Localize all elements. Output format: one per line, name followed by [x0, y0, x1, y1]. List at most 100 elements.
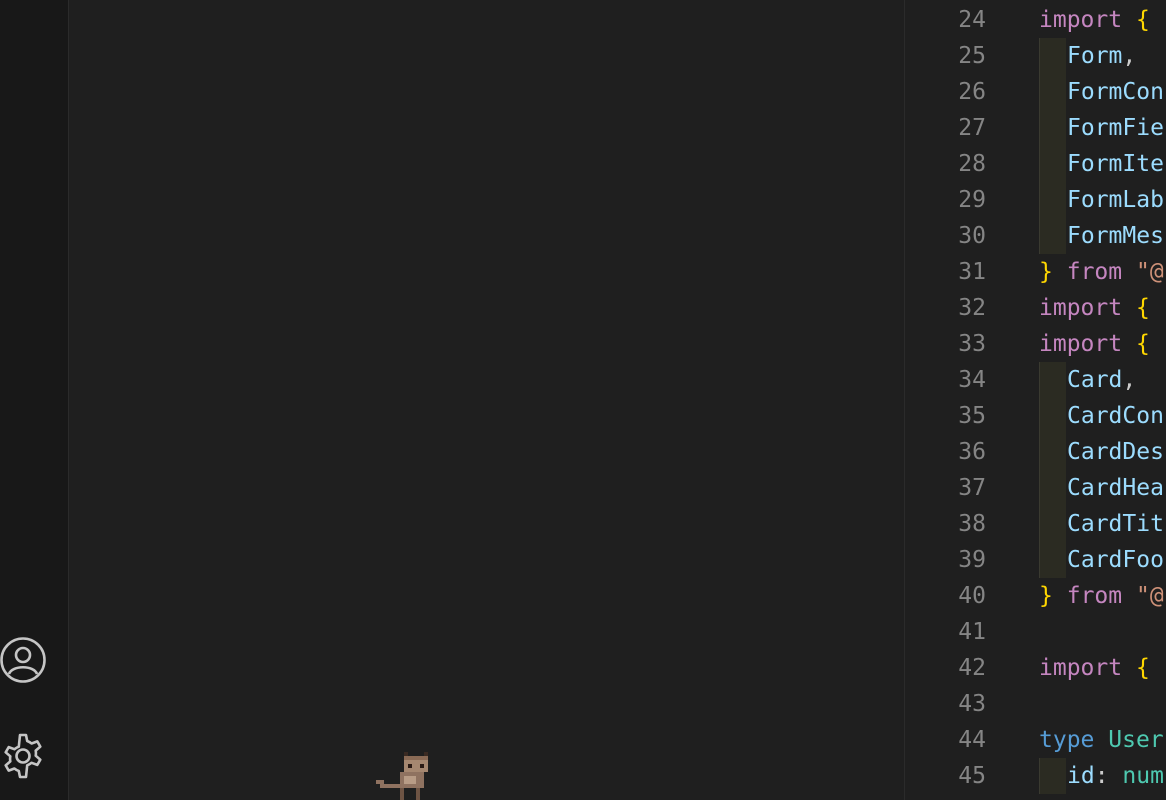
code-token: CardDes: [1067, 439, 1164, 465]
line-number: 35: [958, 403, 986, 429]
code-text: import {: [1039, 2, 1150, 38]
activity-bar: [0, 0, 69, 800]
account-icon[interactable]: [0, 637, 46, 683]
line-number: 28: [958, 151, 986, 177]
line-number: 29: [958, 187, 986, 213]
side-panel: [69, 0, 905, 800]
code-text: CardHea: [1067, 470, 1164, 506]
code-line[interactable]: 32 import {: [905, 290, 1166, 326]
code-text: type User: [1039, 722, 1164, 758]
line-number: 38: [958, 511, 986, 537]
line-number: 30: [958, 223, 986, 249]
code-text: Card,: [1067, 362, 1136, 398]
code-line[interactable]: 28 FormIte: [905, 146, 1166, 182]
code-line[interactable]: 26 FormCon: [905, 74, 1166, 110]
indent-guide: [1039, 110, 1066, 146]
code-editor[interactable]: 24 import {25 Form, 26 FormCon 27 FormFie 28 For…: [905, 0, 1166, 800]
code-token: }: [1039, 259, 1053, 285]
indent-guide: [1039, 38, 1066, 74]
line-number: 37: [958, 475, 986, 501]
code-line[interactable]: 39 CardFoo: [905, 542, 1166, 578]
code-line[interactable]: 35 CardCon: [905, 398, 1166, 434]
code-text: Form,: [1067, 38, 1136, 74]
code-text: } from "@: [1039, 254, 1164, 290]
settings-gear-icon[interactable]: [0, 733, 46, 779]
code-line[interactable]: 24 import {: [905, 2, 1166, 38]
line-number: 32: [958, 295, 986, 321]
code-text: CardFoo: [1067, 542, 1164, 578]
code-token: :: [1094, 763, 1109, 789]
code-line[interactable]: 38 CardTit: [905, 506, 1166, 542]
line-number: 44: [958, 727, 986, 753]
code-line[interactable]: 25 Form,: [905, 38, 1166, 74]
code-text: FormMes: [1067, 218, 1164, 254]
code-line[interactable]: 37 CardHea: [905, 470, 1166, 506]
pixel-cat-pet-icon[interactable]: [376, 752, 432, 800]
code-token: {: [1135, 655, 1150, 681]
code-text: FormCon: [1067, 74, 1164, 110]
line-number: 25: [958, 43, 986, 69]
code-line[interactable]: 27 FormFie: [905, 110, 1166, 146]
indent-guide: [1039, 758, 1066, 794]
line-number: 33: [958, 331, 986, 357]
code-line[interactable]: 36 CardDes: [905, 434, 1166, 470]
indent-guide: [1039, 506, 1066, 542]
code-token: import: [1039, 7, 1123, 33]
indent-guide: [1039, 362, 1066, 398]
code-token: FormCon: [1067, 79, 1164, 105]
code-token: from: [1066, 259, 1123, 285]
code-token: {: [1135, 295, 1150, 321]
code-text: CardCon: [1067, 398, 1164, 434]
code-line[interactable]: 30 FormMes: [905, 218, 1166, 254]
code-line[interactable]: 45 id: num: [905, 758, 1166, 794]
code-line[interactable]: 44 type User: [905, 722, 1166, 758]
code-text: import {: [1039, 326, 1150, 362]
indent-guide: [1039, 398, 1066, 434]
line-number: 24: [958, 7, 986, 33]
indent-guide: [1039, 218, 1066, 254]
indent-guide: [1039, 74, 1066, 110]
code-token: }: [1039, 583, 1053, 609]
code-token: import: [1039, 331, 1123, 357]
indent-guide: [1039, 542, 1066, 578]
code-token: import: [1039, 655, 1123, 681]
code-line[interactable]: 31} from "@: [905, 254, 1166, 290]
code-line[interactable]: 33 import {: [905, 326, 1166, 362]
code-line[interactable]: 42 import {: [905, 650, 1166, 686]
code-token: CardFoo: [1067, 547, 1164, 573]
code-token: FormFie: [1067, 115, 1164, 141]
code-line[interactable]: 43: [905, 686, 1166, 722]
code-token: type: [1039, 727, 1095, 753]
code-line[interactable]: 34 Card,: [905, 362, 1166, 398]
code-text: FormLab: [1067, 182, 1164, 218]
code-token: FormLab: [1067, 187, 1164, 213]
code-line[interactable]: 29 FormLab: [905, 182, 1166, 218]
code-token: import: [1039, 295, 1123, 321]
code-text: id: num: [1067, 758, 1164, 794]
code-token: id: [1067, 763, 1095, 789]
indent-guide: [1039, 470, 1066, 506]
code-token: FormIte: [1067, 151, 1164, 177]
code-token: CardCon: [1067, 403, 1164, 429]
code-token: User: [1108, 727, 1164, 753]
code-token: CardTit: [1067, 511, 1164, 537]
line-number: 27: [958, 115, 986, 141]
code-line[interactable]: 40} from "@: [905, 578, 1166, 614]
code-token: "@: [1135, 259, 1164, 285]
line-number: 31: [958, 259, 986, 285]
code-line[interactable]: 41: [905, 614, 1166, 650]
code-token: from: [1066, 583, 1123, 609]
code-token: ,: [1122, 43, 1137, 69]
code-token: num: [1122, 763, 1164, 789]
code-token: {: [1135, 7, 1150, 33]
line-number: 42: [958, 655, 986, 681]
code-text: CardDes: [1067, 434, 1164, 470]
code-token: ,: [1122, 367, 1137, 393]
line-number: 41: [958, 619, 986, 645]
indent-guide: [1039, 182, 1066, 218]
